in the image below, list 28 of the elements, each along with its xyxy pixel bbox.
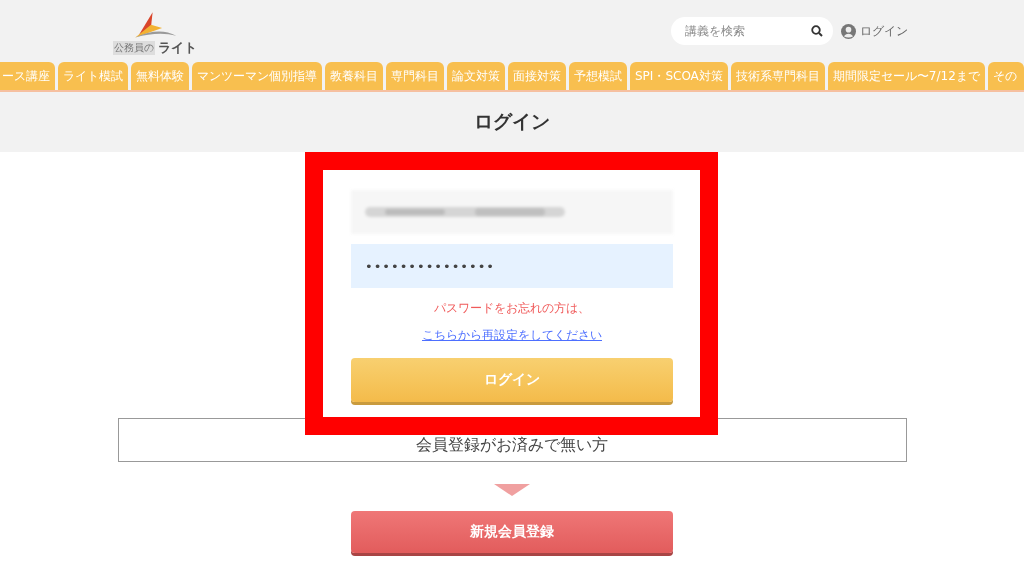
forgot-password-text: パスワードをお忘れの方は、 [434,300,590,317]
search-icon [811,25,823,37]
nav-tab[interactable]: 専門科目 [386,62,444,90]
page-title: ログイン [474,109,550,134]
register-button[interactable]: 新規会員登録 [351,511,673,553]
login-link[interactable]: ログイン [841,22,908,40]
search-field[interactable]: 講義を検索 [671,17,833,45]
nav-tab[interactable]: ース講座 [0,62,55,90]
logo-subtitle: 公務員の [113,41,155,55]
down-arrow-icon [494,484,530,496]
nav-tab[interactable]: 予想模試 [569,62,627,90]
nav-tab[interactable]: 論文対策 [447,62,505,90]
nav-tab[interactable]: その [987,62,1024,90]
nav-tab[interactable]: 期間限定セール〜7/12まで [827,62,985,90]
reset-link[interactable]: こちらから再設定をしてください [422,327,602,344]
nav-tab[interactable]: 無料体験 [131,62,189,90]
email-field[interactable] [351,190,673,234]
nav-tab[interactable]: マンツーマン個別指導 [192,62,322,90]
nav-tab[interactable]: 技術系専門科目 [730,62,825,90]
user-icon [841,23,856,39]
register-heading: 会員登録がお済みで無い方 [117,418,907,462]
nav-tab[interactable]: 面接対策 [508,62,566,90]
logo-text: ライト [158,39,197,57]
password-field[interactable]: ••••••••••••••• [351,244,673,288]
nav-tab[interactable]: 教養科目 [325,62,383,90]
nav-tab[interactable]: SPI・SCOA対策 [630,62,728,90]
nav-tab[interactable]: ライト模試 [58,62,128,90]
login-button[interactable]: ログイン [351,358,673,402]
